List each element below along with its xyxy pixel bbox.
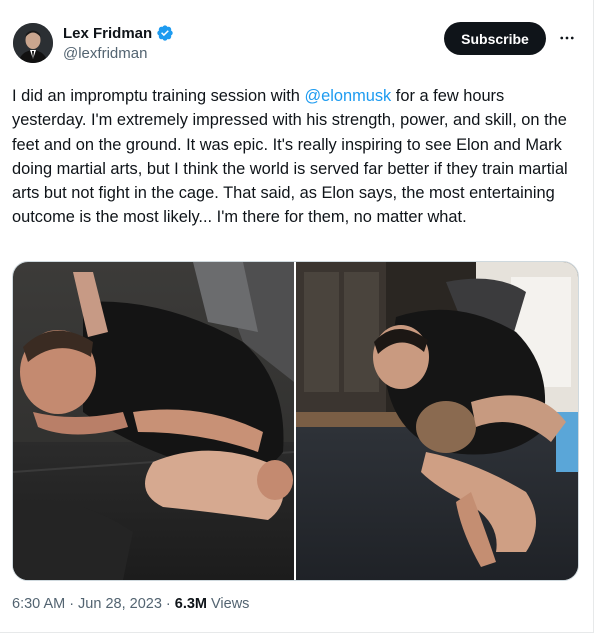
tweet-media [12,261,579,581]
tweet-card: Lex Fridman @lexfridman Subscribe I did … [0,0,594,633]
avatar[interactable] [13,23,53,63]
tweet-text-part-2: for a few hours yesterday. I'm extremely… [12,87,568,227]
tweet-text-part-1: I did an impromptu training session with [12,87,305,105]
tweet-time[interactable]: 6:30 AM [12,596,65,612]
author-handle[interactable]: @lexfridman [63,45,147,62]
meta-separator: · [69,596,75,612]
mention-link[interactable]: @elonmusk [304,87,391,105]
tweet-date[interactable]: Jun 28, 2023 [78,596,162,612]
tweet-text: I did an impromptu training session with… [12,84,582,230]
views-label: Views [211,596,250,612]
more-options-icon[interactable] [556,27,578,49]
profile-photo [13,23,53,63]
views-count[interactable]: 6.3M [175,596,207,612]
training-photo-1[interactable] [13,262,294,580]
subscribe-button[interactable]: Subscribe [444,22,546,55]
author-name-row: Lex Fridman [63,24,174,42]
meta-separator: · [165,596,171,612]
tweet-meta: 6:30 AM · Jun 28, 2023 · 6.3M Views [12,596,249,612]
author-name[interactable]: Lex Fridman [63,25,152,42]
training-photo-2[interactable] [296,262,578,580]
verified-badge-icon [157,25,173,41]
